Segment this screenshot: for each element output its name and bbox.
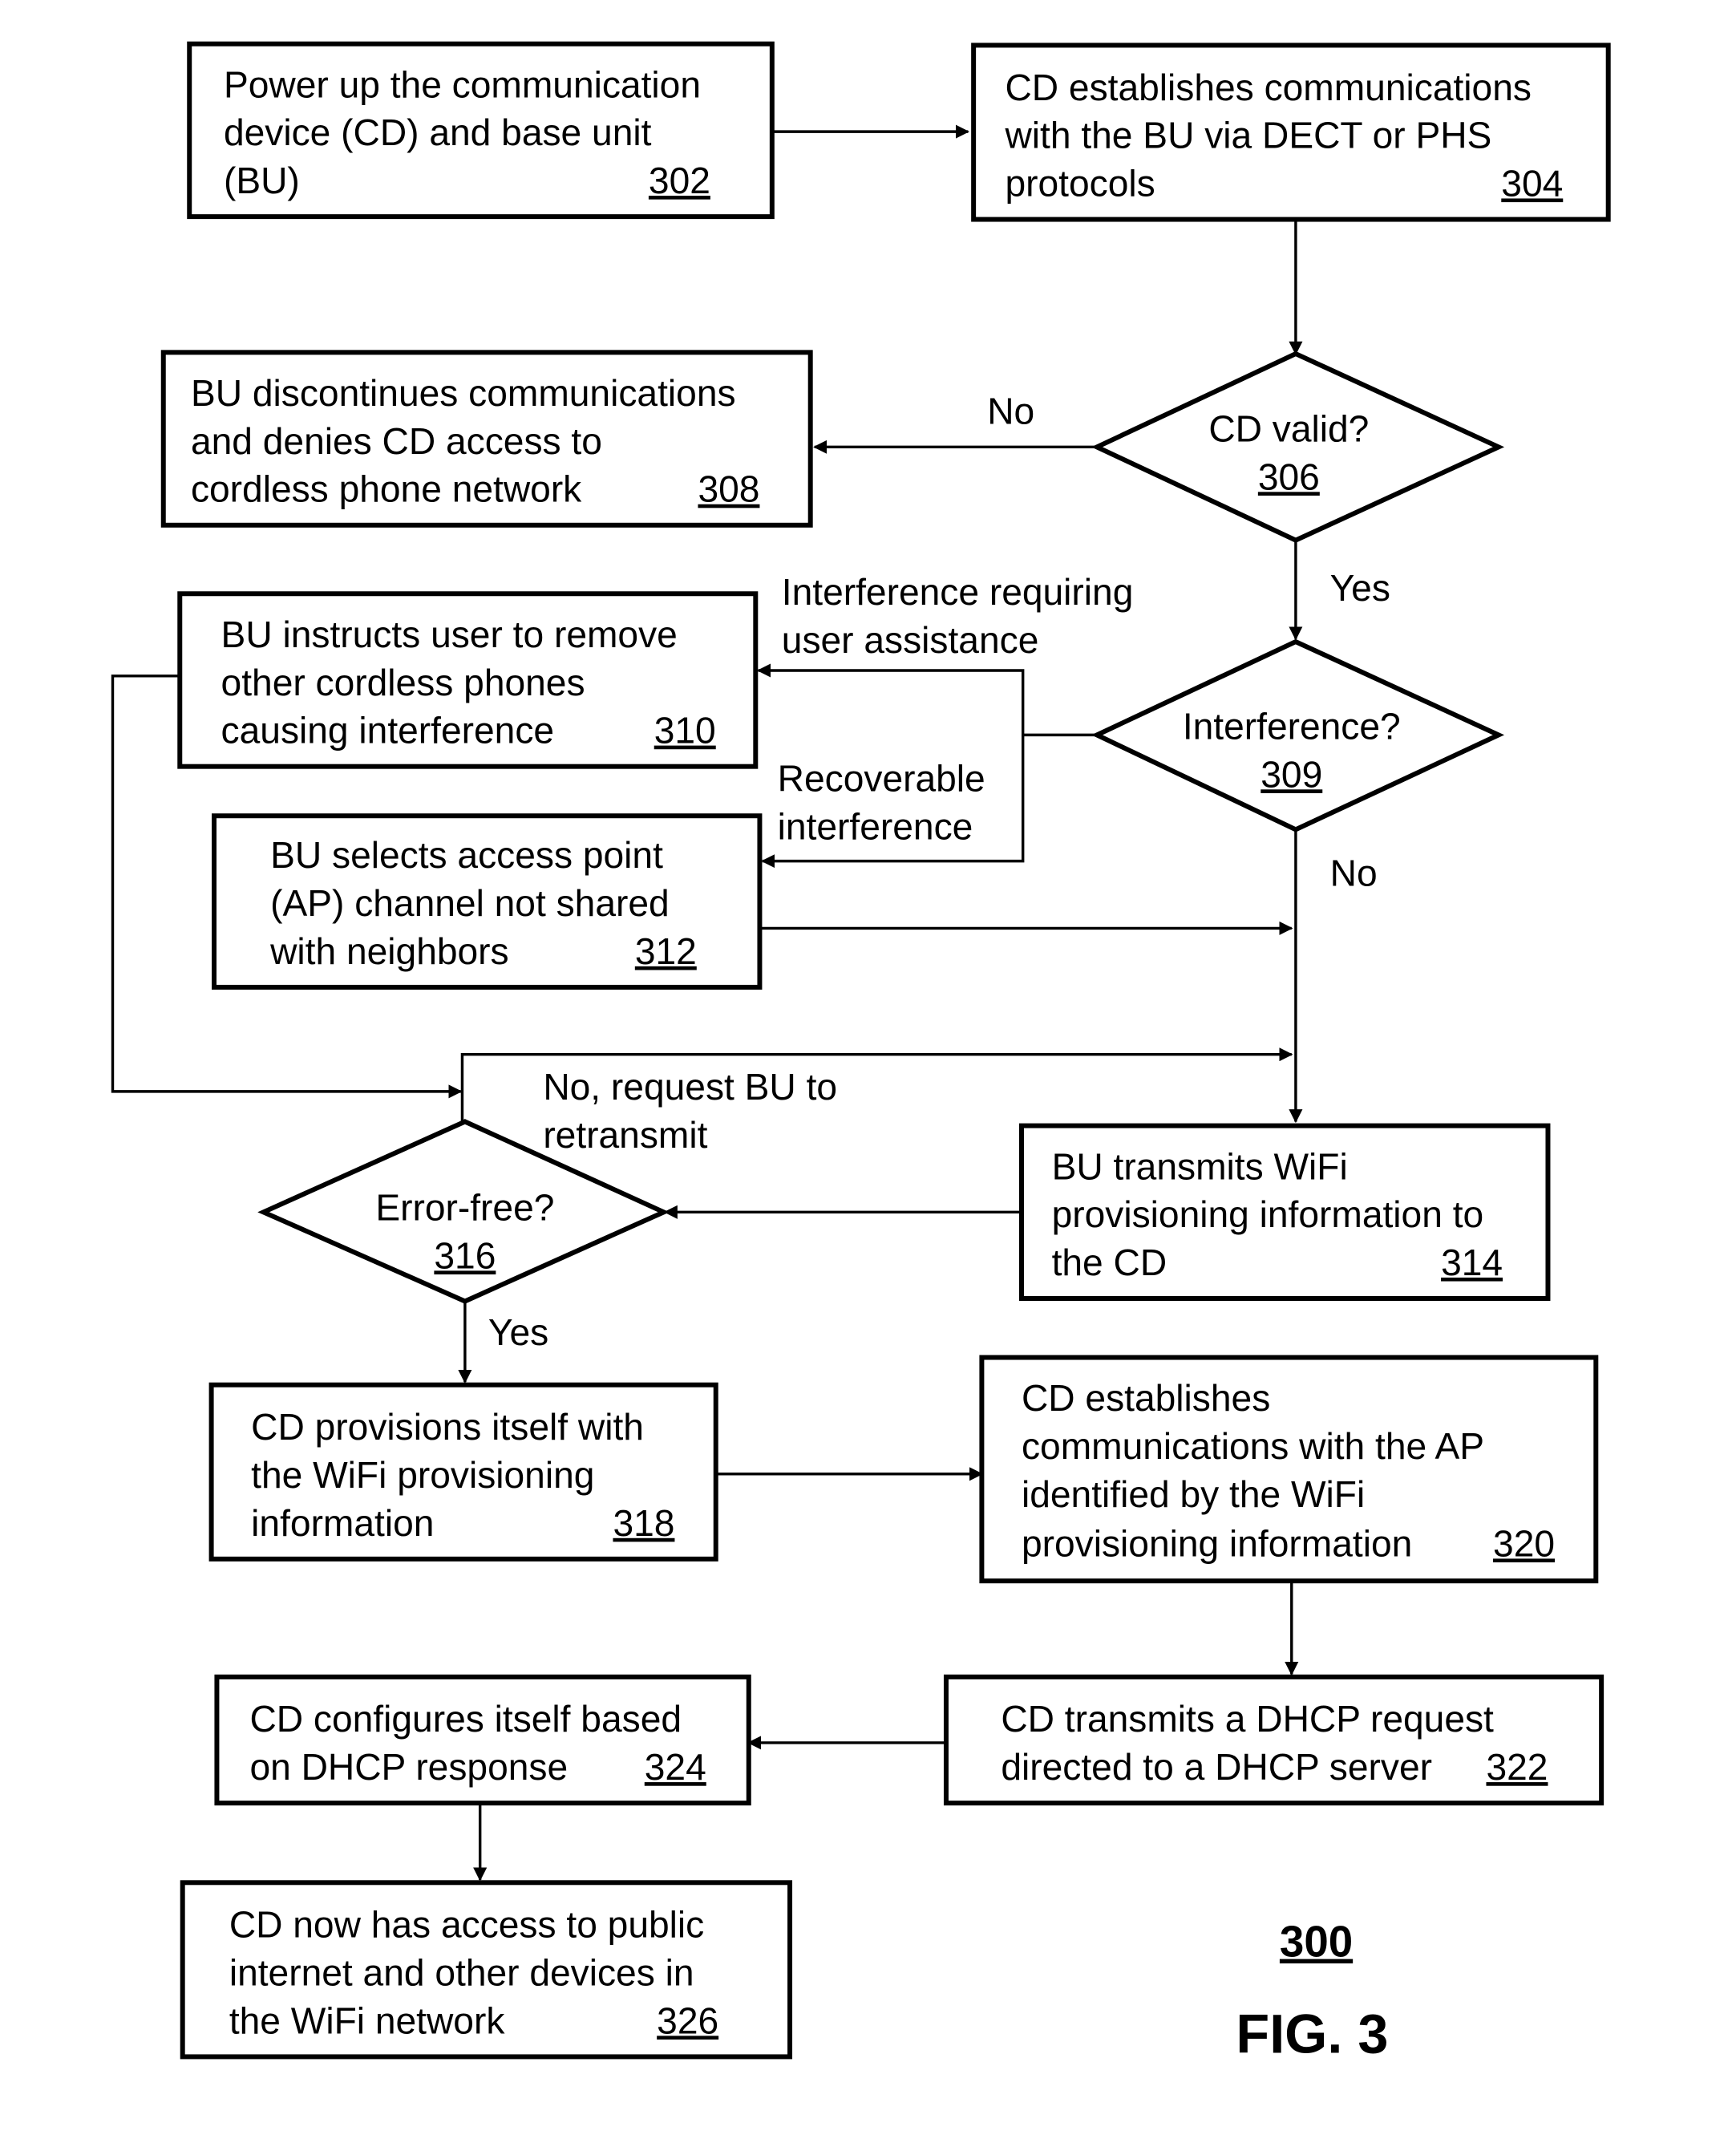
edge-label-user-assist-1: Interference requiring — [782, 571, 1134, 613]
step-310-ref: 310 — [654, 710, 716, 751]
step-318-ref: 318 — [613, 1502, 674, 1544]
figure-caption: FIG. 3 — [1236, 2003, 1388, 2064]
edge-label-user-assist-2: user assistance — [782, 619, 1039, 661]
decision-306-label: CD valid? — [1208, 407, 1369, 449]
step-310-line-2: other cordless phones — [221, 662, 585, 703]
step-312-line-2: (AP) channel not shared — [270, 882, 670, 924]
step-308-line-2: and denies CD access to — [191, 420, 602, 462]
step-304-line-1: CD establishes communications — [1005, 67, 1532, 108]
edge-label-recoverable-2: interference — [778, 805, 973, 847]
step-314-line-1: BU transmits WiFi — [1052, 1145, 1348, 1187]
step-310-line-1: BU instructs user to remove — [221, 614, 678, 655]
step-302-line-3: (BU) — [224, 160, 300, 201]
decision-316-ref: 316 — [434, 1234, 496, 1276]
step-322-ref: 322 — [1486, 1746, 1548, 1788]
step-320-line-4: provisioning information — [1022, 1522, 1412, 1564]
step-318-line-3: information — [251, 1502, 434, 1544]
step-314-line-3: the CD — [1052, 1242, 1167, 1283]
step-308-line-3: cordless phone network — [191, 468, 582, 510]
step-322-line-2: directed to a DHCP server — [1001, 1746, 1432, 1788]
edge-label-recoverable-1: Recoverable — [778, 757, 985, 799]
step-320-line-3: identified by the WiFi — [1022, 1473, 1365, 1515]
step-322-line-1: CD transmits a DHCP request — [1001, 1698, 1494, 1740]
step-324-ref: 324 — [645, 1746, 706, 1788]
step-320-ref: 320 — [1493, 1522, 1555, 1564]
edge-label-retransmit-2: retransmit — [543, 1114, 707, 1156]
step-308-line-1: BU discontinues communications — [191, 372, 736, 414]
edge-label-306-no: No — [987, 390, 1034, 431]
step-308-ref: 308 — [698, 468, 759, 510]
step-314-line-2: provisioning information to — [1052, 1193, 1484, 1235]
step-304-line-3: protocols — [1005, 162, 1155, 204]
step-320-line-2: communications with the AP — [1022, 1425, 1484, 1467]
step-302-line-2: device (CD) and base unit — [224, 111, 652, 153]
flowchart-300: Power up the communication device (CD) a… — [111, 41, 1611, 2064]
figure-number: 300 — [1280, 1917, 1353, 1967]
step-320-line-1: CD establishes — [1022, 1377, 1270, 1419]
edge-label-316-yes: Yes — [488, 1311, 548, 1353]
decision-309-ref: 309 — [1261, 753, 1322, 795]
step-304-ref: 304 — [1501, 162, 1563, 204]
step-312-line-1: BU selects access point — [270, 834, 663, 876]
step-314-ref: 314 — [1441, 1242, 1503, 1283]
step-324-line-1: CD configures itself based — [249, 1698, 682, 1740]
decision-306-ref: 306 — [1258, 456, 1320, 497]
step-326-line-2: internet and other devices in — [229, 1952, 694, 1994]
step-318-line-2: the WiFi provisioning — [251, 1454, 594, 1496]
step-304-line-2: with the BU via DECT or PHS — [1004, 115, 1491, 156]
step-318-line-1: CD provisions itself with — [251, 1406, 644, 1448]
decision-316-label: Error-free? — [375, 1187, 554, 1229]
edge-label-retransmit-1: No, request BU to — [543, 1066, 837, 1108]
step-326-ref: 326 — [657, 1999, 718, 2041]
edge-label-309-no: No — [1330, 852, 1378, 893]
step-324-line-2: on DHCP response — [249, 1746, 568, 1788]
step-312-line-3: with neighbors — [269, 930, 509, 972]
step-302-ref: 302 — [649, 160, 710, 201]
edge-label-306-yes: Yes — [1330, 567, 1390, 609]
step-302-line-1: Power up the communication — [224, 63, 701, 105]
decision-309-label: Interference? — [1183, 705, 1401, 747]
step-312-ref: 312 — [635, 930, 697, 972]
step-326-line-1: CD now has access to public — [229, 1904, 704, 1946]
step-310-line-3: causing interference — [221, 710, 555, 751]
arrow-309-310 — [757, 663, 1098, 737]
step-326-line-3: the WiFi network — [229, 1999, 506, 2041]
